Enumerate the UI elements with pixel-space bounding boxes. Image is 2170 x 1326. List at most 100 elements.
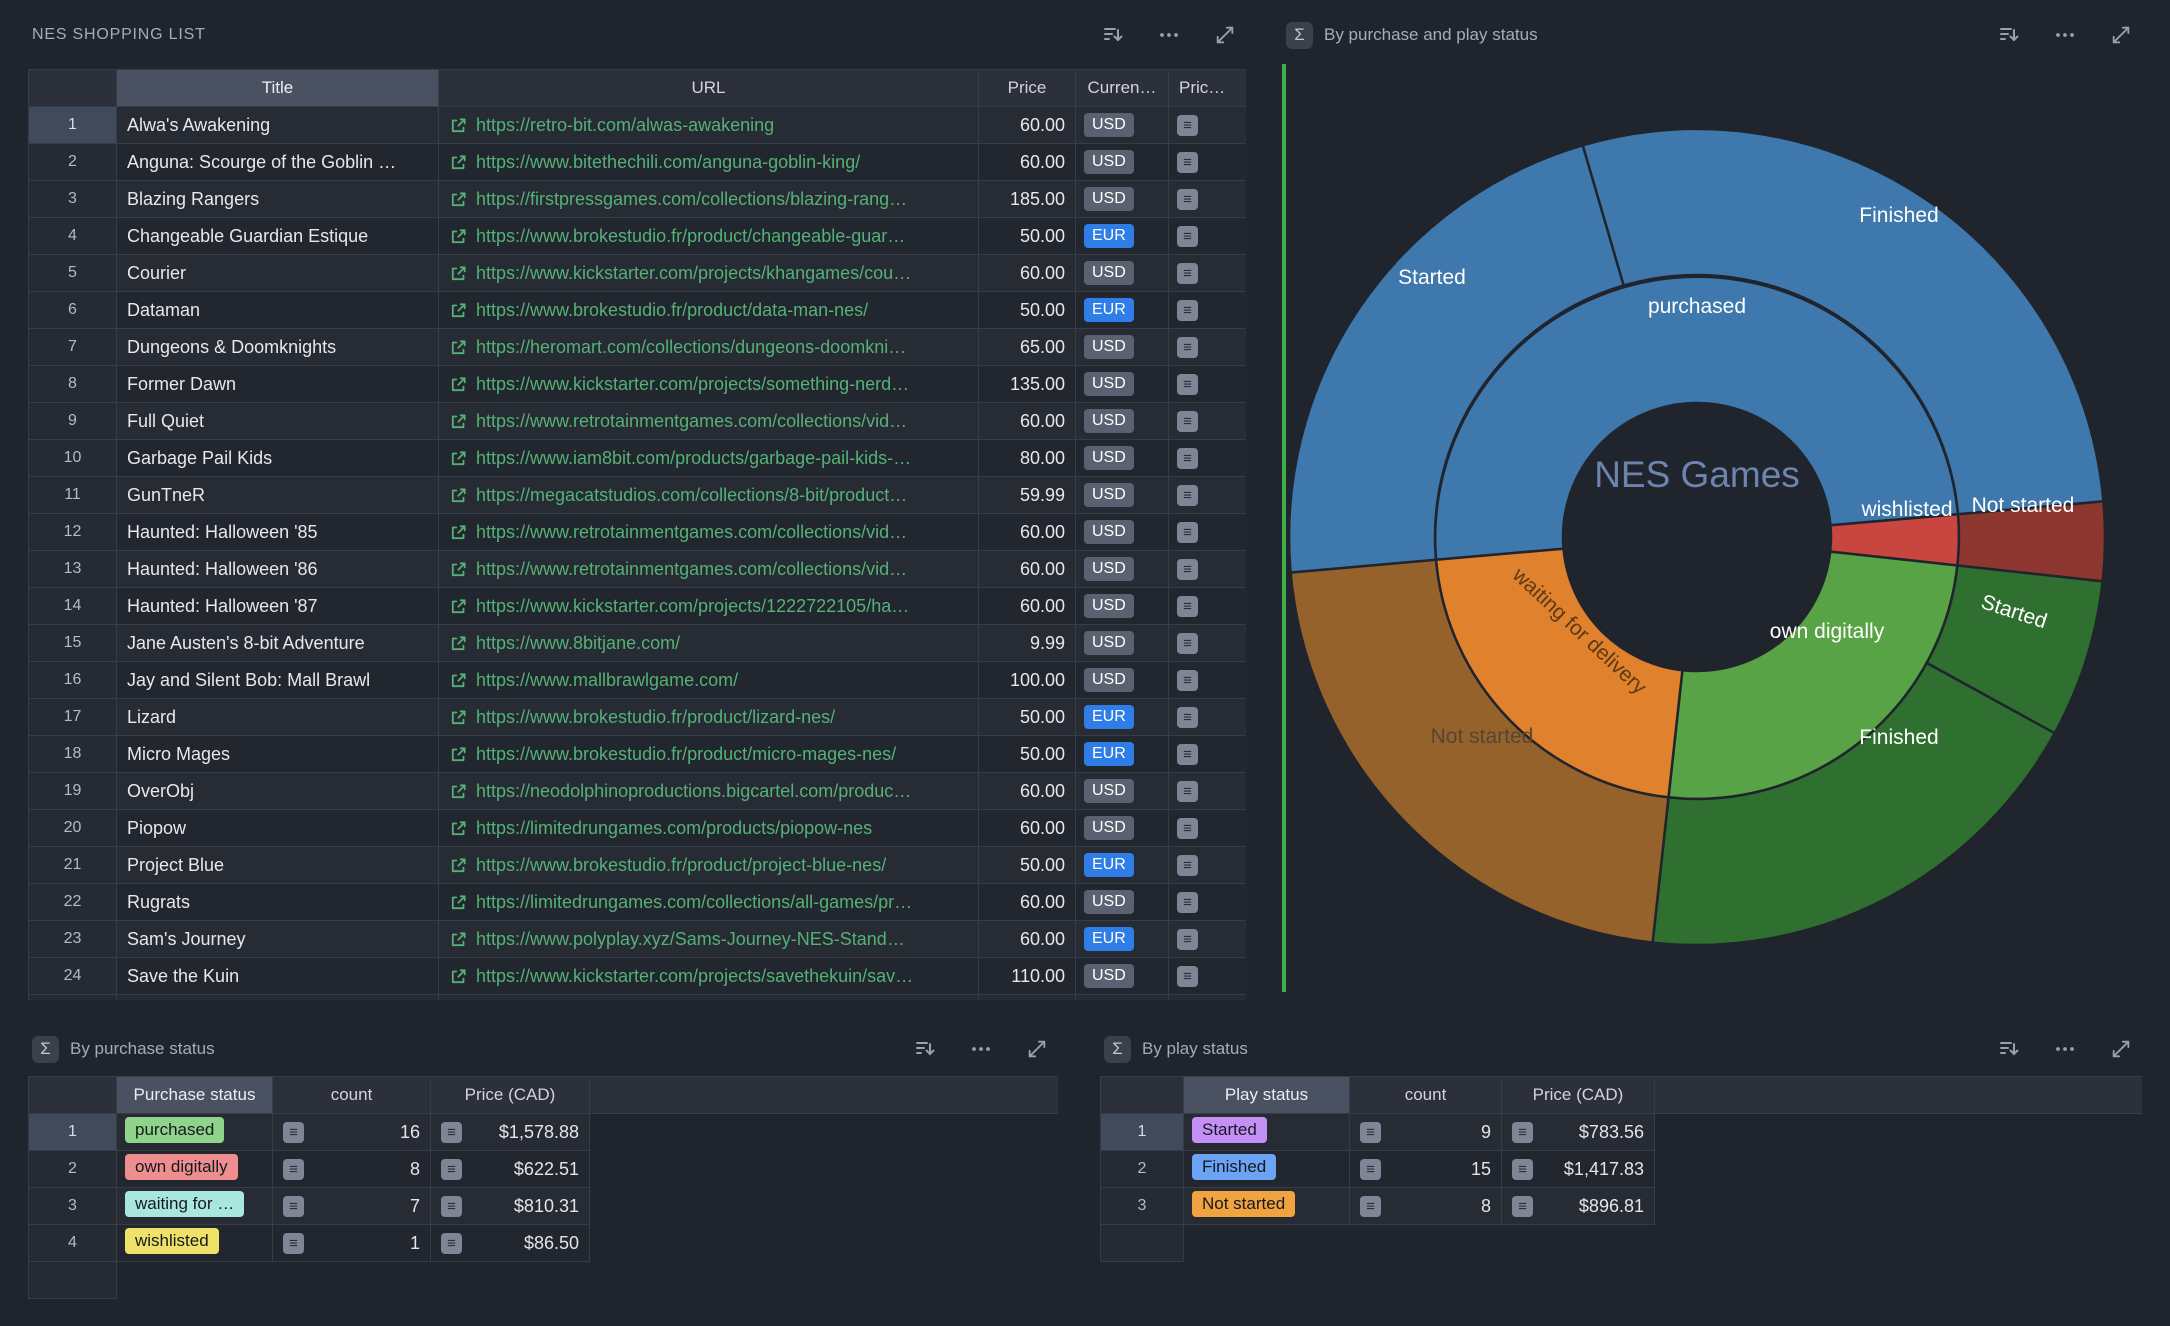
title-cell[interactable]: Courier: [117, 255, 439, 292]
status-cell[interactable]: waiting for …: [117, 1188, 273, 1225]
currency-cell[interactable]: EUR: [1076, 699, 1169, 736]
currency-cell[interactable]: USD: [1076, 255, 1169, 292]
price-cell[interactable]: 65.00: [979, 329, 1076, 366]
price-cad-cell[interactable]: ≡: [1169, 958, 1247, 995]
row-number[interactable]: 19: [29, 773, 117, 810]
count-cell[interactable]: ≡8: [1350, 1188, 1502, 1225]
currency-cell[interactable]: USD: [1076, 588, 1169, 625]
title-cell[interactable]: Dungeons & Doomknights: [117, 329, 439, 366]
row-number[interactable]: 1: [1101, 1114, 1184, 1151]
row-number[interactable]: 15: [29, 625, 117, 662]
add-row[interactable]: [29, 1262, 1059, 1299]
currency-cell[interactable]: USD: [1076, 477, 1169, 514]
url-link[interactable]: https://limitedrungames.com/products/pio…: [476, 818, 872, 839]
url-link[interactable]: https://heromart.com/collections/dungeon…: [476, 337, 906, 358]
url-link[interactable]: https://neodolphinoproductions.bigcartel…: [476, 781, 911, 802]
price-cad-cell[interactable]: ≡: [1169, 847, 1247, 884]
currency-cell[interactable]: EUR: [1076, 995, 1169, 1001]
title-cell[interactable]: GunTneR: [117, 477, 439, 514]
price-cell[interactable]: 60.00: [979, 773, 1076, 810]
title-cell[interactable]: [117, 995, 439, 1001]
price-cell[interactable]: 50.00: [979, 218, 1076, 255]
row-number[interactable]: 8: [29, 366, 117, 403]
row-number[interactable]: 1: [29, 1114, 117, 1151]
price-cad-cell[interactable]: ≡: [1169, 625, 1247, 662]
row-number[interactable]: 2: [1101, 1151, 1184, 1188]
price-cad-cell[interactable]: ≡$622.51: [431, 1151, 590, 1188]
price-cad-cell[interactable]: ≡$810.31: [431, 1188, 590, 1225]
title-cell[interactable]: Save the Kuin: [117, 958, 439, 995]
status-cell[interactable]: Finished: [1184, 1151, 1350, 1188]
url-link[interactable]: https://firstpressgames.com/collections/…: [476, 189, 907, 210]
more-options-icon[interactable]: [968, 1036, 994, 1062]
price-cell[interactable]: 60.00: [979, 810, 1076, 847]
row-number[interactable]: 10: [29, 440, 117, 477]
currency-cell[interactable]: USD: [1076, 810, 1169, 847]
title-cell[interactable]: Full Quiet: [117, 403, 439, 440]
row-number[interactable]: 3: [29, 1188, 117, 1225]
currency-cell[interactable]: USD: [1076, 329, 1169, 366]
title-cell[interactable]: Rugrats: [117, 884, 439, 921]
row-number[interactable]: 7: [29, 329, 117, 366]
url-cell[interactable]: https://www.kickstarter.com/projects/kha…: [439, 255, 979, 292]
url-link[interactable]: https://www.brokestudio.fr/product/proje…: [476, 855, 886, 876]
price-cad-cell[interactable]: ≡: [1169, 736, 1247, 773]
currency-cell[interactable]: USD: [1076, 662, 1169, 699]
price-cell[interactable]: 60.00: [979, 144, 1076, 181]
row-number[interactable]: 18: [29, 736, 117, 773]
currency-cell[interactable]: EUR: [1076, 218, 1169, 255]
more-options-icon[interactable]: [2052, 22, 2078, 48]
count-cell[interactable]: ≡9: [1350, 1114, 1502, 1151]
title-cell[interactable]: Jay and Silent Bob: Mall Brawl: [117, 662, 439, 699]
price-cad-cell[interactable]: ≡: [1169, 107, 1247, 144]
row-number[interactable]: 21: [29, 847, 117, 884]
currency-cell[interactable]: USD: [1076, 514, 1169, 551]
row-number[interactable]: 6: [29, 292, 117, 329]
row-number[interactable]: 13: [29, 551, 117, 588]
corner-header-cell[interactable]: [1101, 1077, 1184, 1114]
price-cad-cell[interactable]: ≡: [1169, 329, 1247, 366]
price-cad-cell[interactable]: ≡: [1169, 884, 1247, 921]
price-cad-cell[interactable]: ≡: [1169, 255, 1247, 292]
row-number[interactable]: 24: [29, 958, 117, 995]
status-cell[interactable]: Not started: [1184, 1188, 1350, 1225]
status-cell[interactable]: wishlisted: [117, 1225, 273, 1262]
column-header-price-cad[interactable]: Price (CAD): [1502, 1077, 1655, 1114]
url-cell[interactable]: https://www.bitethechili.com/anguna-gobl…: [439, 144, 979, 181]
price-cad-cell[interactable]: ≡: [1169, 218, 1247, 255]
price-cad-cell[interactable]: ≡: [1169, 292, 1247, 329]
price-cad-cell[interactable]: ≡: [1169, 773, 1247, 810]
expand-icon[interactable]: [1212, 22, 1238, 48]
price-cell[interactable]: 60.00: [979, 551, 1076, 588]
price-cad-cell[interactable]: ≡: [1169, 403, 1247, 440]
row-number[interactable]: 23: [29, 921, 117, 958]
url-link[interactable]: https://retro-bit.com/alwas-awakening: [476, 115, 774, 136]
column-header-count[interactable]: count: [273, 1077, 431, 1114]
price-cell[interactable]: 185.00: [979, 181, 1076, 218]
currency-cell[interactable]: USD: [1076, 773, 1169, 810]
url-cell[interactable]: https://www.kickstarter.com/projects/sav…: [439, 958, 979, 995]
row-number[interactable]: 20: [29, 810, 117, 847]
row-number[interactable]: 2: [29, 144, 117, 181]
url-cell[interactable]: https://limitedrungames.com/collections/…: [439, 884, 979, 921]
title-cell[interactable]: Anguna: Scourge of the Goblin …: [117, 144, 439, 181]
price-cad-cell[interactable]: ≡: [1169, 810, 1247, 847]
title-cell[interactable]: Alwa's Awakening: [117, 107, 439, 144]
title-cell[interactable]: Micro Mages: [117, 736, 439, 773]
url-cell[interactable]: https://www.retrotainmentgames.com/colle…: [439, 514, 979, 551]
price-cell[interactable]: 60.00: [979, 107, 1076, 144]
price-cell[interactable]: 60.00: [979, 884, 1076, 921]
price-cad-cell[interactable]: ≡: [1169, 662, 1247, 699]
price-cell[interactable]: [979, 995, 1076, 1001]
url-link[interactable]: https://www.retrotainmentgames.com/colle…: [476, 522, 907, 543]
count-cell[interactable]: ≡8: [273, 1151, 431, 1188]
column-header-play-status[interactable]: Play status: [1184, 1077, 1350, 1114]
price-cad-cell[interactable]: ≡$86.50: [431, 1225, 590, 1262]
url-link[interactable]: https://limitedrungames.com/collections/…: [476, 892, 912, 913]
currency-cell[interactable]: USD: [1076, 403, 1169, 440]
url-link[interactable]: https://www.mallbrawlgame.com/: [476, 670, 738, 691]
price-cell[interactable]: 100.00: [979, 662, 1076, 699]
status-cell[interactable]: purchased: [117, 1114, 273, 1151]
currency-cell[interactable]: USD: [1076, 366, 1169, 403]
price-cell[interactable]: 135.00: [979, 366, 1076, 403]
